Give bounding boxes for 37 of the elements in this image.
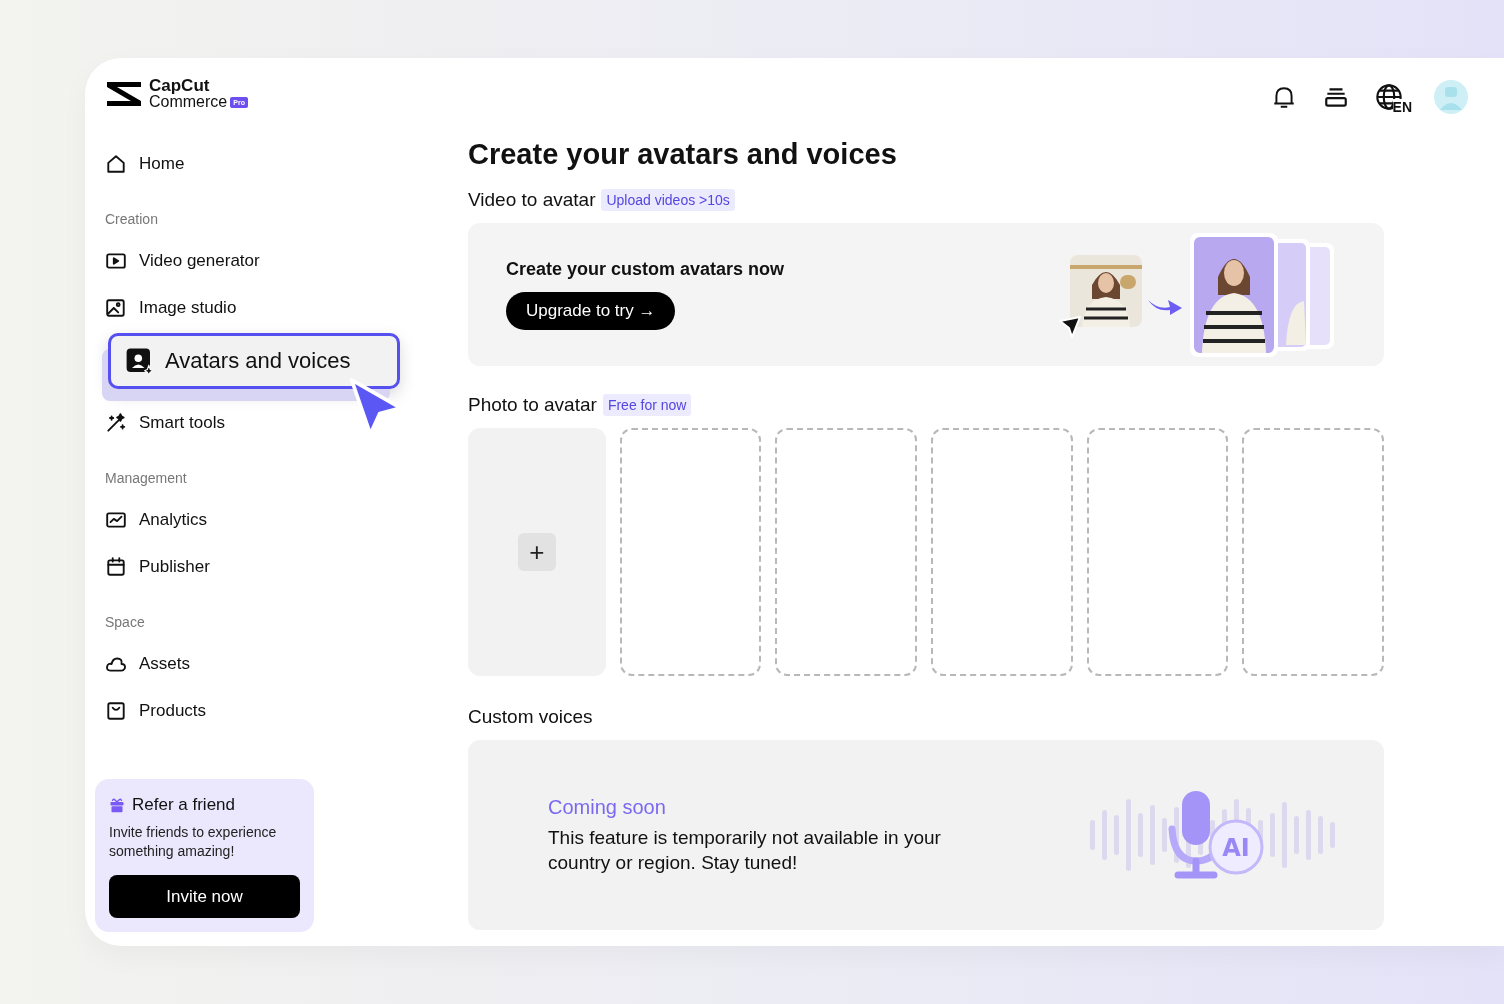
banner-title: Create your custom avatars now [506,259,785,280]
section-heading: Creation [104,210,159,229]
logo-product: Commerce [149,94,228,110]
sidebar-item[interactable]: Analytics [95,496,468,543]
ai-label: AI [1222,834,1250,862]
sidebar-item[interactable]: Assets [95,640,468,687]
section-heading: Space [104,613,146,632]
info-tag: Upload videos >10s [601,189,735,211]
upgrade-button[interactable]: Upgrade to try → [506,292,676,330]
language-button[interactable]: EN [1374,83,1412,111]
logo-icon [105,80,143,108]
section-title: Custom voices [468,706,593,728]
wand-icon [105,411,127,434]
sidebar-item[interactable]: Home [95,140,468,187]
section-title: Photo to avatar [468,394,597,416]
bag-icon [105,699,127,722]
status-text: Coming soon [548,795,666,818]
section-title: Video to avatar [468,189,596,211]
add-button[interactable]: + [517,533,556,571]
refer-text: Invite friends to experience something amazing! [109,823,278,861]
sidebar-item[interactable]: Publisher [95,543,468,590]
calendar-icon [105,555,127,578]
page-title: Create your avatars and voices [468,138,898,171]
sidebar-item[interactable]: Products [95,687,468,734]
pointer-arrow-icon [1058,314,1082,339]
logo-name: CapCut [149,78,210,94]
avatar-icon [125,347,153,375]
message-text: This feature is temporarily not available in your country or region. Stay tuned! [548,825,942,875]
refer-title: Refer a friend [132,795,235,815]
sidebar-item[interactable]: Image studio [95,284,468,331]
info-tag: Free for now [602,394,692,416]
gift-icon [109,797,125,813]
image-icon [105,296,127,319]
section-heading: Management [104,469,188,488]
invite-button[interactable]: Invite now [109,875,300,918]
sidebar-item[interactable]: Video generator [95,237,468,284]
sidebar-item[interactable]: Smart tools [95,399,468,446]
